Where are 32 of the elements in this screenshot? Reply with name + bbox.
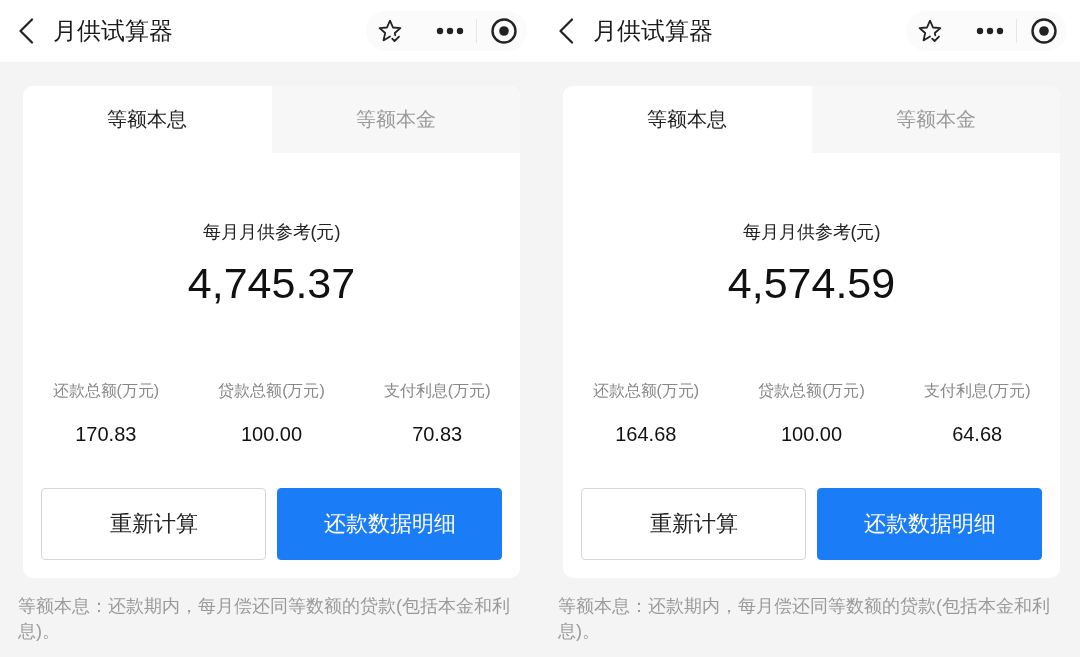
stat-value: 100.00 — [780, 422, 843, 446]
note-text: 等额本息：还款期内，每月偿还同等数额的贷款(包括本金和利息)。 — [558, 595, 1051, 643]
details-button[interactable]: 还款数据明细 — [817, 488, 1042, 560]
stat-label: 还款总额(万元) — [52, 381, 160, 401]
note-text: 等额本息：还款期内，每月偿还同等数额的贷款(包括本金和利息)。 — [18, 595, 511, 643]
stat-label: 贷款总额(万元) — [218, 381, 325, 401]
back-icon[interactable] — [18, 18, 34, 44]
stat-value: 164.68 — [615, 422, 677, 446]
monthly-payment-amount: 4,574.59 — [726, 258, 897, 308]
star-check-icon[interactable] — [378, 19, 402, 43]
monthly-payment-label: 每月月供参考(元) — [741, 221, 882, 244]
stat-label: 还款总额(万元) — [592, 381, 700, 401]
stat-label: 支付利息(万元) — [383, 381, 491, 401]
circle-dot-icon[interactable] — [1031, 18, 1057, 44]
stat-value: 100.00 — [240, 422, 303, 446]
page-title: 月供试算器 — [593, 16, 713, 46]
stat-label: 支付利息(万元) — [923, 381, 1031, 401]
details-button[interactable]: 还款数据明细 — [277, 488, 502, 560]
stat-label: 贷款总额(万元) — [758, 381, 865, 401]
more-icon[interactable] — [976, 27, 1004, 35]
recalculate-button[interactable]: 重新计算 — [581, 488, 806, 560]
monthly-payment-label: 每月月供参考(元) — [201, 221, 342, 244]
stat-value: 70.83 — [412, 422, 463, 446]
monthly-payment-amount: 4,745.37 — [186, 258, 357, 308]
circle-dot-icon[interactable] — [491, 18, 517, 44]
recalculate-button[interactable]: 重新计算 — [41, 488, 266, 560]
back-icon[interactable] — [558, 18, 574, 44]
page-title: 月供试算器 — [53, 16, 173, 46]
more-icon[interactable] — [436, 27, 464, 35]
star-check-icon[interactable] — [918, 19, 942, 43]
stat-value: 170.83 — [75, 422, 137, 446]
stat-value: 64.68 — [952, 422, 1003, 446]
